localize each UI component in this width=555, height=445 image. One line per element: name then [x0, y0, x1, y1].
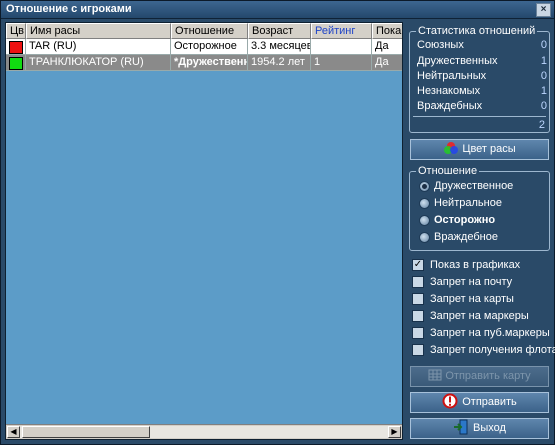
shown-cell: Да — [372, 55, 402, 71]
col-header-rating[interactable]: Рейтинг — [311, 23, 372, 39]
stat-neutral: Нейтральных 0 — [417, 70, 547, 82]
col-header-relation[interactable]: Отношение — [171, 23, 248, 39]
radio-label: Дружественное — [434, 180, 514, 192]
rating-cell — [311, 39, 372, 55]
race-name-cell: TAR (RU) — [26, 39, 171, 55]
relation-title: Отношение — [416, 165, 480, 177]
players-table[interactable]: Цв Имя расы Отношение Возраст Рейтинг По… — [5, 22, 403, 440]
relation-cell: Осторожное — [171, 39, 248, 55]
close-icon[interactable]: × — [536, 3, 551, 17]
checkbox-icon[interactable] — [412, 344, 424, 356]
stat-value: 0 — [540, 100, 547, 112]
checkbox-label: Запрет на карты — [430, 293, 514, 305]
checkbox-label: Запрет на маркеры — [430, 310, 529, 322]
checkbox-label: Запрет получения флота — [430, 344, 555, 356]
stats-group: Статистика отношений Союзных 0 Дружествен… — [409, 25, 550, 133]
race-color-swatch — [9, 41, 23, 54]
checkbox-label: Показ в графиках — [430, 259, 521, 271]
stat-label: Союзных — [417, 39, 464, 51]
stat-hostile: Враждебных 0 — [417, 100, 547, 112]
checkbox-icon[interactable] — [412, 293, 424, 305]
horizontal-scrollbar[interactable]: ◀ ▶ — [6, 424, 402, 439]
send-label: Отправить — [462, 396, 517, 408]
checkbox-icon[interactable] — [412, 310, 424, 322]
relation-group: Отношение Дружественное Нейтральное Осто… — [409, 165, 550, 251]
door-exit-icon — [454, 419, 468, 435]
age-cell: 1954.2 лет — [248, 55, 311, 71]
radio-label: Осторожно — [434, 214, 496, 226]
table-row[interactable]: TAR (RU) Осторожное 3.3 месяцев Да — [6, 39, 402, 55]
stat-friendly: Дружественных 1 — [417, 55, 547, 67]
scroll-thumb[interactable] — [22, 426, 150, 438]
age-cell: 3.3 месяцев — [248, 39, 311, 55]
map-icon — [428, 369, 442, 381]
scroll-right-icon[interactable]: ▶ — [388, 426, 401, 438]
table-header: Цв Имя расы Отношение Возраст Рейтинг По… — [6, 23, 402, 39]
stat-value: 1 — [540, 85, 547, 97]
stat-label: Дружественных — [417, 55, 498, 67]
stat-value: 0 — [540, 70, 547, 82]
radio-label: Нейтральное — [434, 197, 502, 209]
col-header-age[interactable]: Возраст — [248, 23, 311, 39]
radio-dot-icon[interactable] — [419, 232, 430, 243]
stat-value: 0 — [540, 39, 547, 51]
race-color-swatch — [9, 57, 23, 70]
shown-cell: Да — [372, 39, 402, 55]
relation-cell: *Дружественное — [171, 55, 248, 71]
rgb-circles-icon — [444, 142, 459, 154]
race-name-cell: ТРАНКЛЮКАТОР (RU) — [26, 55, 171, 71]
scroll-left-icon[interactable]: ◀ — [7, 426, 20, 438]
col-header-color[interactable]: Цв — [6, 23, 26, 39]
rating-cell: 1 — [311, 55, 372, 71]
stat-label: Незнакомых — [417, 85, 481, 97]
race-color-label: Цвет расы — [462, 143, 516, 155]
stat-label: Нейтральных — [417, 70, 487, 82]
color-cell — [6, 39, 26, 55]
color-cell — [6, 55, 26, 71]
window-title: Отношение с игроками — [6, 3, 132, 15]
table-row[interactable]: ТРАНКЛЮКАТОР (RU) *Дружественное 1954.2 … — [6, 55, 402, 71]
stats-title: Статистика отношений — [416, 25, 538, 37]
checkbox-icon[interactable] — [412, 276, 424, 288]
radio-dot-icon[interactable] — [419, 198, 430, 209]
send-button[interactable]: Отправить — [410, 392, 549, 413]
checkbox-icon[interactable] — [412, 327, 424, 339]
exclamation-circle-icon — [442, 393, 458, 409]
race-color-button[interactable]: Цвет расы — [410, 139, 549, 160]
checkbox-label: Запрет на почту — [430, 276, 513, 288]
radio-dot-icon[interactable] — [419, 181, 430, 192]
send-map-button[interactable]: Отправить карту — [410, 366, 549, 387]
exit-button[interactable]: Выход — [410, 418, 549, 439]
exit-label: Выход — [473, 422, 506, 434]
stats-total: 2 — [538, 119, 545, 131]
stat-value: 1 — [540, 55, 547, 67]
radio-dot-icon[interactable] — [419, 215, 430, 226]
col-header-name[interactable]: Имя расы — [26, 23, 171, 39]
stats-divider — [413, 116, 546, 117]
radio-label: Враждебное — [434, 231, 498, 243]
col-header-shown[interactable]: Пока — [372, 23, 402, 39]
checkbox-label: Запрет на пуб.маркеры — [430, 327, 550, 339]
relations-window: Отношение с игроками × Цв Имя расы Отнош… — [0, 0, 555, 445]
stat-unknown: Незнакомых 1 — [417, 85, 547, 97]
title-bar: Отношение с игроками × — [1, 1, 554, 19]
stat-allied: Союзных 0 — [417, 39, 547, 51]
checkbox-checked-icon[interactable]: ✓ — [412, 259, 424, 271]
send-map-label: Отправить карту — [445, 370, 531, 382]
stat-label: Враждебных — [417, 100, 483, 112]
